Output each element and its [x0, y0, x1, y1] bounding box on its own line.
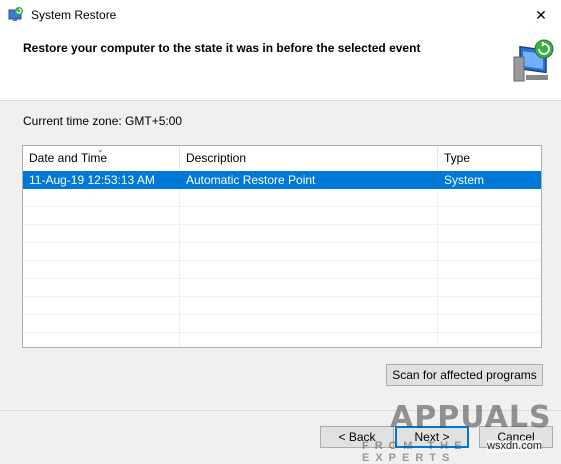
- column-label: Description: [186, 151, 247, 165]
- window-title: System Restore: [31, 8, 117, 22]
- wizard-header: Restore your computer to the state it wa…: [0, 31, 561, 101]
- scan-affected-programs-button[interactable]: Scan for affected programs: [386, 364, 543, 386]
- cell-type: System: [444, 173, 485, 187]
- next-button[interactable]: Next >: [395, 426, 469, 448]
- system-restore-icon: [8, 7, 23, 21]
- column-header-type[interactable]: Type: [438, 146, 541, 170]
- empty-row: [23, 297, 541, 315]
- sort-chevron-icon: ⌄: [97, 145, 104, 154]
- empty-row: [23, 261, 541, 279]
- empty-row: [23, 207, 541, 225]
- header-title: Restore your computer to the state it wa…: [23, 41, 421, 55]
- column-label: Type: [444, 151, 471, 165]
- cell-description: Automatic Restore Point: [186, 173, 316, 187]
- empty-row: [23, 243, 541, 261]
- empty-row: [23, 279, 541, 297]
- column-header-description[interactable]: Description: [180, 146, 438, 170]
- watermark-site: wsxdn.com: [487, 440, 543, 452]
- restore-points-table[interactable]: ⌄ Date and Time Description Type 11-Aug-…: [22, 145, 542, 348]
- column-label: Date and Time: [29, 151, 108, 165]
- close-icon: ✕: [535, 7, 547, 23]
- column-header-date-and-time[interactable]: ⌄ Date and Time: [23, 146, 180, 170]
- empty-row: [23, 189, 541, 207]
- table-header: ⌄ Date and Time Description Type: [23, 146, 541, 171]
- footer-separator: [0, 410, 561, 411]
- back-button[interactable]: < Back: [320, 426, 394, 448]
- empty-row: [23, 315, 541, 333]
- table-row[interactable]: 11-Aug-19 12:53:13 AM Automatic Restore …: [23, 171, 541, 189]
- close-button[interactable]: ✕: [521, 0, 561, 31]
- timezone-label: Current time zone: GMT+5:00: [23, 114, 183, 128]
- restore-monitor-icon: [513, 39, 554, 82]
- cell-date: 11-Aug-19 12:53:13 AM: [29, 173, 155, 187]
- title-bar: System Restore ✕: [0, 0, 561, 31]
- empty-row: [23, 225, 541, 243]
